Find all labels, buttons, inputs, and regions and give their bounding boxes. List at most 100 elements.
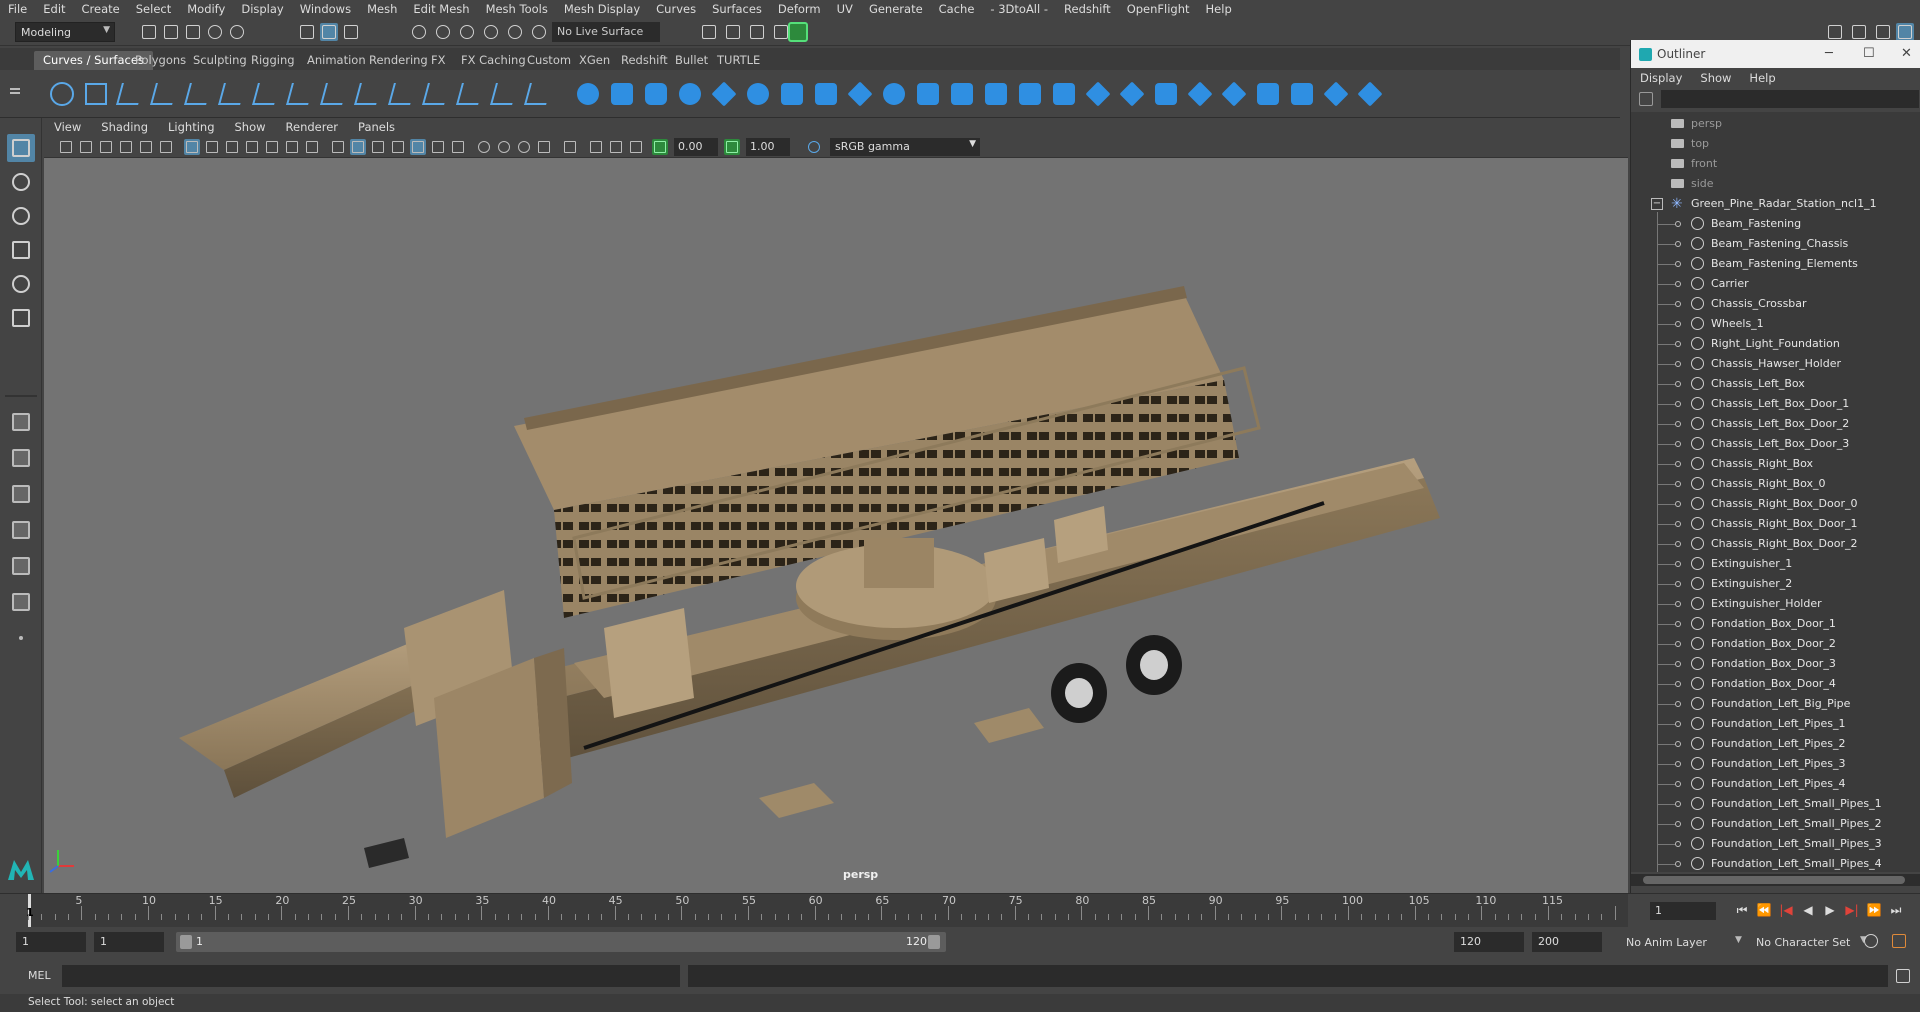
add-points-icon[interactable]	[490, 80, 518, 108]
toolbox-more-icon[interactable]	[7, 630, 35, 646]
menu-deform[interactable]: Deform	[770, 2, 829, 16]
image-plane-icon[interactable]	[118, 139, 134, 155]
outliner-menu-show[interactable]: Show	[1691, 71, 1740, 85]
render-view-icon[interactable]	[700, 23, 718, 41]
menu-openflight[interactable]: OpenFlight	[1119, 2, 1198, 16]
step-back-key-icon[interactable]: ⏪	[1756, 902, 1772, 918]
detach-surfaces-icon[interactable]	[1254, 80, 1282, 108]
planar-icon[interactable]	[846, 80, 874, 108]
curve-editing-icon[interactable]	[524, 80, 552, 108]
outliner-item[interactable]: Foundation_Left_Small_Pipes_4	[1631, 854, 1920, 872]
channel-box-icon[interactable]	[1850, 23, 1868, 41]
panel-menu-lighting[interactable]: Lighting	[158, 120, 224, 134]
hypershade-icon[interactable]	[788, 22, 808, 42]
outliner-item[interactable]: Chassis_Left_Box_Door_2	[1631, 414, 1920, 434]
outliner-item[interactable]: Foundation_Left_Pipes_1	[1631, 714, 1920, 734]
sculpt-geometry-icon[interactable]	[1322, 80, 1350, 108]
intersect-icon[interactable]	[1118, 80, 1146, 108]
panel-menu-view[interactable]: View	[44, 120, 91, 134]
script-editor-icon[interactable]	[1894, 967, 1912, 985]
nurbs-torus-icon[interactable]	[744, 80, 772, 108]
select-tool-icon[interactable]	[7, 134, 35, 162]
nurbs-plane-icon[interactable]	[710, 80, 738, 108]
loft-icon[interactable]	[812, 80, 840, 108]
shelf-tab-fx[interactable]: FX	[422, 51, 455, 70]
current-frame-field[interactable]: 1	[1650, 902, 1716, 920]
outliner-item[interactable]: Chassis_Right_Box_Door_2	[1631, 534, 1920, 554]
command-input[interactable]	[62, 965, 680, 987]
move-tool-icon[interactable]	[7, 236, 35, 264]
lasso-tool-icon[interactable]	[7, 168, 35, 196]
menu-create[interactable]: Create	[74, 2, 128, 16]
outliner-item[interactable]: Wheels_1	[1631, 314, 1920, 334]
xray-components-icon[interactable]	[628, 139, 644, 155]
playback-start-field[interactable]: 1	[94, 932, 164, 952]
snap-surface-icon[interactable]	[530, 23, 548, 41]
step-forward-frame-icon[interactable]: ▶|	[1844, 902, 1860, 918]
playback-end-field[interactable]: 120	[1454, 932, 1524, 952]
menu-mesh-display[interactable]: Mesh Display	[556, 2, 648, 16]
menu-cache[interactable]: Cache	[931, 2, 983, 16]
menu-3dtoall[interactable]: - 3DtoAll -	[982, 2, 1056, 16]
select-camera-icon[interactable]	[58, 139, 74, 155]
revolve-icon[interactable]	[778, 80, 806, 108]
color-management-icon[interactable]	[806, 139, 822, 155]
persp-uv-layout-icon[interactable]	[7, 588, 35, 616]
four-view-layout-icon[interactable]	[7, 444, 35, 472]
menu-file[interactable]: File	[0, 2, 35, 16]
gamma-icon[interactable]	[724, 139, 740, 155]
redo-icon[interactable]	[228, 23, 246, 41]
outliner-toggle-icon[interactable]	[1896, 23, 1914, 41]
safe-action-icon[interactable]	[284, 139, 300, 155]
screen-space-ao-icon[interactable]	[476, 139, 492, 155]
menu-help[interactable]: Help	[1198, 2, 1240, 16]
snap-grid-icon[interactable]	[410, 23, 428, 41]
outliner-item[interactable]: Foundation_Left_Pipes_4	[1631, 774, 1920, 794]
perspective-viewport[interactable]	[44, 158, 1628, 893]
xray-joints-icon[interactable]	[608, 139, 624, 155]
gate-mask-icon[interactable]	[244, 139, 260, 155]
isolate-select-icon[interactable]	[562, 139, 578, 155]
nurbs-sphere-icon[interactable]	[574, 80, 602, 108]
render-frame-icon[interactable]	[724, 23, 742, 41]
safe-title-icon[interactable]	[304, 139, 320, 155]
menu-set-dropdown[interactable]: Modeling ▼	[15, 22, 115, 42]
menu-mesh-tools[interactable]: Mesh Tools	[478, 2, 556, 16]
hypershade-layout-icon[interactable]	[7, 552, 35, 580]
wireframe-icon[interactable]	[330, 139, 346, 155]
outliner-camera-persp[interactable]: persp	[1631, 114, 1920, 134]
grease-pencil-icon[interactable]	[158, 139, 174, 155]
shelf-tab-turtle[interactable]: TURTLE	[708, 51, 769, 70]
rebuild-curve-icon[interactable]	[456, 80, 484, 108]
step-forward-key-icon[interactable]: ⏩	[1866, 902, 1882, 918]
three-point-arc-icon[interactable]	[218, 80, 246, 108]
outliner-camera-side[interactable]: side	[1631, 174, 1920, 194]
use-all-lights-icon[interactable]	[430, 139, 446, 155]
persp-outliner-layout-icon[interactable]	[7, 480, 35, 508]
bezier-curve-icon[interactable]	[252, 80, 280, 108]
film-gate-icon[interactable]	[204, 139, 220, 155]
range-start-handle[interactable]	[180, 935, 192, 949]
menu-generate[interactable]: Generate	[861, 2, 931, 16]
bevel-plus-icon[interactable]	[1016, 80, 1044, 108]
menu-modify[interactable]: Modify	[179, 2, 233, 16]
menu-windows[interactable]: Windows	[292, 2, 359, 16]
outliner-item[interactable]: Chassis_Hawser_Holder	[1631, 354, 1920, 374]
menu-display[interactable]: Display	[233, 2, 291, 16]
nurbs-cylinder-icon[interactable]	[642, 80, 670, 108]
field-chart-icon[interactable]	[264, 139, 280, 155]
outliner-item[interactable]: Fondation_Box_Door_4	[1631, 674, 1920, 694]
make-live-icon[interactable]	[506, 23, 524, 41]
panel-menu-panels[interactable]: Panels	[348, 120, 405, 134]
menu-mesh[interactable]: Mesh	[359, 2, 405, 16]
minimize-icon[interactable]: ─	[1825, 46, 1833, 61]
pencil-curve-icon[interactable]	[184, 80, 212, 108]
grid-icon[interactable]	[184, 139, 200, 155]
filter-icon[interactable]	[1639, 92, 1653, 106]
menu-curves[interactable]: Curves	[648, 2, 704, 16]
untrim-icon[interactable]	[1186, 80, 1214, 108]
nurbs-cone-icon[interactable]	[676, 80, 704, 108]
animation-start-field[interactable]: 1	[16, 932, 86, 952]
panel-menu-shading[interactable]: Shading	[91, 120, 158, 134]
outliner-item[interactable]: Beam_Fastening_Chassis	[1631, 234, 1920, 254]
